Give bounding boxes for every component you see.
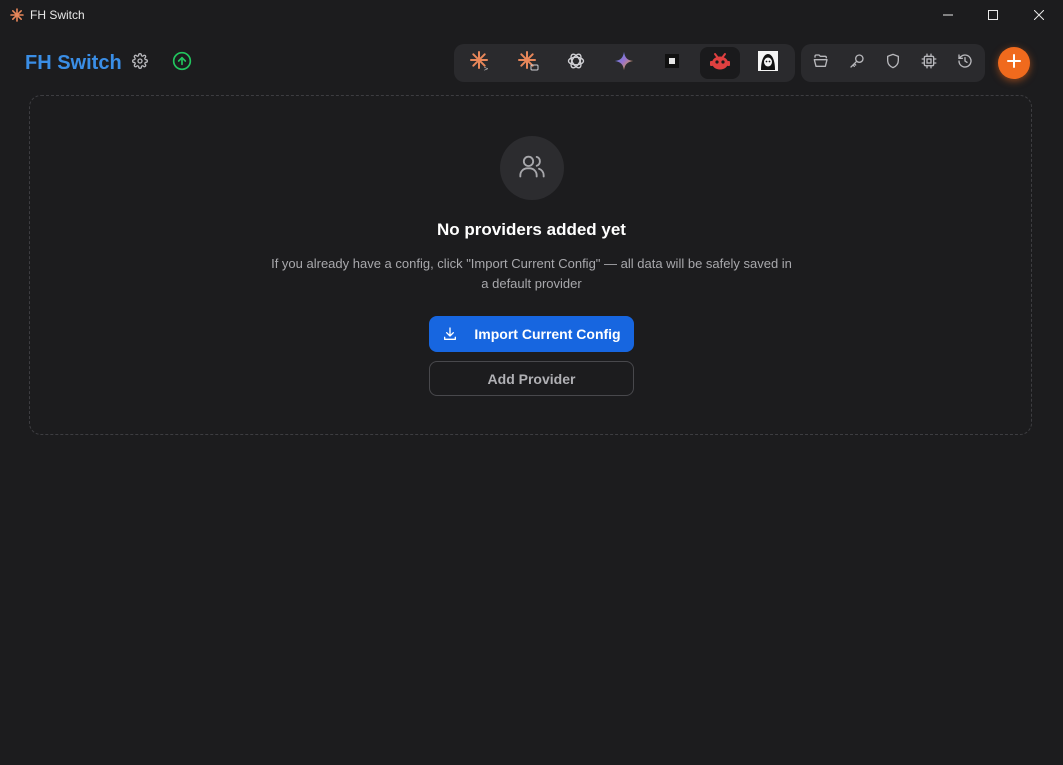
import-config-label: Import Current Config <box>474 326 621 342</box>
close-icon <box>1034 10 1044 20</box>
users-icon <box>518 152 546 185</box>
add-button[interactable] <box>998 47 1030 79</box>
empty-state-title: No providers added yet <box>437 220 626 239</box>
close-button[interactable] <box>1016 0 1062 30</box>
maximize-button[interactable] <box>970 0 1016 30</box>
import-config-button[interactable]: Import Current Config <box>429 316 634 352</box>
download-icon <box>442 326 458 342</box>
brand-title: FH Switch <box>25 52 122 74</box>
svg-text:>_: >_ <box>484 65 491 72</box>
minimize-button[interactable] <box>925 0 971 30</box>
title-bar: FH Switch <box>0 0 1063 30</box>
window-title: FH Switch <box>30 8 85 22</box>
add-provider-label: Add Provider <box>487 370 576 387</box>
security-button[interactable] <box>879 47 907 79</box>
empty-state-description: If you already have a config, click "Imp… <box>271 256 792 291</box>
app-red-bot[interactable] <box>700 47 740 79</box>
app-character[interactable] <box>748 47 788 79</box>
empty-state-avatar <box>500 136 564 200</box>
app-claude-code[interactable]: >_ <box>460 47 500 79</box>
processor-button[interactable] <box>915 47 943 79</box>
key-icon <box>849 53 865 74</box>
app-openai[interactable] <box>556 47 596 79</box>
api-keys-button[interactable] <box>843 47 871 79</box>
settings-button[interactable] <box>131 52 149 74</box>
maximize-icon <box>988 10 998 20</box>
add-provider-button[interactable]: Add Provider <box>429 361 634 396</box>
claude-code-icon: >_ <box>469 50 493 77</box>
app-gemini[interactable] <box>604 47 644 79</box>
arrow-up-circle-icon <box>172 51 192 76</box>
history-icon <box>957 53 973 74</box>
terminal-square-icon <box>664 53 680 74</box>
app-logo-icon <box>10 8 24 22</box>
app-switcher: >_ <box>454 44 795 82</box>
tools-toolbar <box>801 44 985 82</box>
red-bot-icon <box>709 51 731 76</box>
gear-icon <box>132 52 148 74</box>
app-claude-desktop[interactable] <box>508 47 548 79</box>
history-button[interactable] <box>951 47 979 79</box>
folder-open-icon <box>813 53 829 74</box>
gemini-icon <box>614 51 634 76</box>
minimize-icon <box>943 10 953 20</box>
character-avatar-icon <box>757 50 779 77</box>
shield-icon <box>885 53 901 74</box>
chip-icon <box>921 53 937 74</box>
update-button[interactable] <box>171 51 193 76</box>
claude-desktop-icon <box>517 50 539 77</box>
plus-icon <box>1006 53 1022 74</box>
open-folder-button[interactable] <box>807 47 835 79</box>
openai-icon <box>566 51 586 76</box>
empty-state-panel: No providers added yet If you already ha… <box>29 95 1032 435</box>
app-terminal[interactable] <box>652 47 692 79</box>
